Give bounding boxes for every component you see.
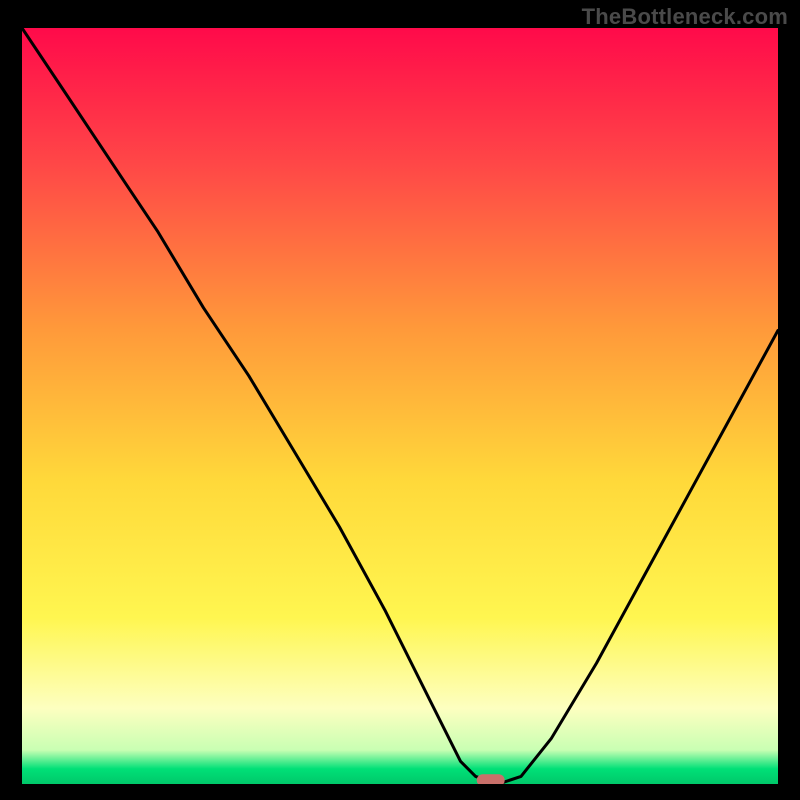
chart-frame: TheBottleneck.com bbox=[0, 0, 800, 800]
min-point-marker bbox=[477, 774, 505, 784]
gradient-background bbox=[22, 28, 778, 784]
chart-svg bbox=[22, 28, 778, 784]
plot-area bbox=[22, 28, 778, 784]
watermark-text: TheBottleneck.com bbox=[582, 4, 788, 30]
